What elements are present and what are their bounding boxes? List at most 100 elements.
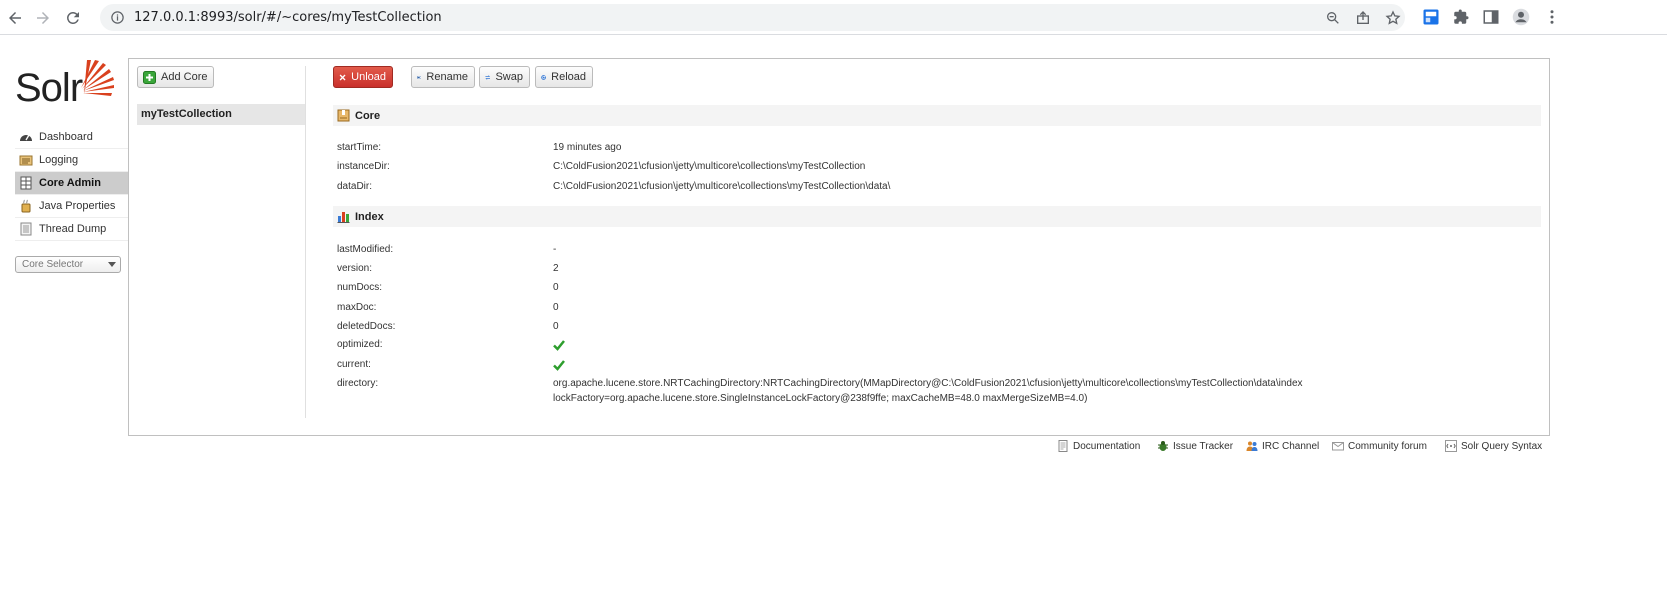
directory-line-1: org.apache.lucene.store.NRTCachingDirect…	[553, 378, 1303, 389]
arrow-left-icon	[9, 12, 21, 24]
core-name: myTestCollection	[141, 108, 232, 120]
share-icon[interactable]	[1355, 10, 1371, 26]
star-icon[interactable]	[1385, 10, 1401, 26]
row-value: C:\ColdFusion2021\cfusion\jetty\multicor…	[553, 161, 866, 172]
add-core-button[interactable]: Add Core	[137, 66, 215, 88]
close-icon	[339, 74, 346, 80]
footer-link-label: Documentation	[1073, 440, 1141, 452]
row-value: 0	[553, 282, 559, 293]
rename-label: Rename	[426, 71, 468, 83]
row-key: numDocs:	[337, 282, 383, 293]
footer-link-irc-channel[interactable]: IRC Channel	[1246, 439, 1319, 453]
menu-item-logging[interactable]: Logging	[15, 149, 128, 172]
directory-line-2: lockFactory=org.apache.lucene.store.Sing…	[553, 393, 1088, 404]
address-bar[interactable]: 127.0.0.1:8993/solr/#/~cores/myTestColle…	[100, 4, 1405, 31]
mail-icon	[1332, 442, 1344, 451]
row-value: 2	[553, 263, 559, 274]
row-key: optimized:	[337, 339, 383, 350]
footer-link-label: IRC Channel	[1262, 440, 1320, 452]
unload-label: Unload	[351, 71, 386, 83]
url-text: 127.0.0.1:8993/solr/#/~cores/myTestColle…	[134, 10, 442, 25]
rename-icon	[417, 75, 422, 79]
refresh-icon	[67, 11, 79, 24]
info-icon	[111, 11, 124, 24]
query-icon	[1445, 440, 1457, 452]
menu-item-label: Core Admin	[39, 177, 101, 189]
index-section-title: Index	[355, 210, 384, 223]
rename-button[interactable]: Rename	[411, 66, 475, 88]
extensions-puzzle-icon[interactable]	[1452, 8, 1470, 26]
bug-icon	[1158, 441, 1168, 451]
unload-button[interactable]: Unload	[333, 66, 393, 88]
logging-icon	[19, 155, 33, 166]
arrow-right-icon	[37, 12, 49, 24]
row-key: deletedDocs:	[337, 321, 396, 332]
reload-icon	[541, 74, 546, 80]
menu-item-label: Logging	[39, 154, 79, 166]
core-admin-icon	[20, 176, 32, 190]
zoom-icon[interactable]	[1325, 10, 1341, 26]
menu-item-core-admin[interactable]: Core Admin	[15, 172, 128, 195]
reload-button[interactable]: Reload	[535, 66, 593, 88]
row-key: instanceDir:	[337, 161, 390, 172]
menu-item-label: Dashboard	[39, 131, 93, 143]
reload-page-button[interactable]	[60, 5, 86, 31]
swap-icon	[485, 74, 491, 80]
index-section-header: Index	[333, 206, 1541, 227]
checkmark-icon	[553, 360, 565, 371]
add-core-label: Add Core	[161, 71, 208, 83]
java-icon	[21, 199, 31, 213]
footer-link-community-forum[interactable]: Community forum	[1332, 439, 1427, 453]
side-panel-icon[interactable]	[1482, 8, 1500, 26]
row-value: org.apache.lucene.store.NRTCachingDirect…	[553, 378, 1303, 404]
row-value: 19 minutes ago	[553, 142, 622, 153]
package-icon	[337, 109, 350, 122]
extension-tab-icon[interactable]	[1422, 8, 1440, 26]
row-value: 0	[553, 302, 559, 313]
row-key: maxDoc:	[337, 302, 377, 313]
menu-item-label: Thread Dump	[39, 223, 107, 235]
forward-button[interactable]	[30, 5, 56, 31]
column-divider	[305, 66, 306, 418]
dashboard-icon	[20, 134, 32, 141]
row-value: C:\ColdFusion2021\cfusion\jetty\multicor…	[553, 181, 891, 192]
more-menu-icon[interactable]	[1543, 8, 1561, 26]
row-value: 0	[553, 321, 559, 332]
footer-link-documentation[interactable]: Documentation	[1057, 439, 1140, 453]
row-key: version:	[337, 263, 373, 274]
core-selector-label: Core Selector	[22, 259, 84, 270]
row-value: -	[553, 244, 557, 255]
core-selector[interactable]: Core Selector	[15, 256, 121, 273]
solr-logo[interactable]: Solr	[15, 58, 115, 110]
checkmark-icon	[553, 340, 565, 351]
profile-avatar-icon[interactable]	[1512, 8, 1530, 26]
thread-dump-icon	[20, 222, 32, 236]
core-section-header: Core	[333, 105, 1541, 126]
row-key: startTime:	[337, 142, 382, 153]
footer-link-label: Community forum	[1348, 440, 1427, 452]
menu-item-thread-dump[interactable]: Thread Dump	[15, 218, 128, 241]
row-value	[553, 339, 565, 354]
row-key: directory:	[337, 378, 379, 389]
reload-label: Reload	[551, 71, 586, 83]
document-icon	[1058, 440, 1068, 452]
core-list-item[interactable]: myTestCollection	[137, 104, 305, 125]
row-value	[553, 359, 565, 374]
footer-link-issue-tracker[interactable]: Issue Tracker	[1157, 439, 1233, 453]
core-section-title: Core	[355, 109, 381, 122]
footer-link-label: Issue Tracker	[1173, 440, 1234, 452]
chevron-down-icon	[108, 262, 116, 267]
swap-button[interactable]: Swap	[479, 66, 530, 88]
users-icon	[1246, 441, 1258, 451]
menu-item-dashboard[interactable]: Dashboard	[15, 126, 128, 149]
menu-item-java-properties[interactable]: Java Properties	[15, 195, 128, 218]
back-button[interactable]	[2, 5, 28, 31]
row-key: dataDir:	[337, 181, 373, 192]
plus-icon	[143, 70, 156, 84]
swap-label: Swap	[495, 71, 523, 83]
footer-link-solr-query-syntax[interactable]: Solr Query Syntax	[1445, 439, 1542, 453]
row-key: current:	[337, 359, 371, 370]
bar-chart-icon	[337, 212, 350, 223]
footer-link-label: Solr Query Syntax	[1461, 440, 1543, 452]
solr-sun-icon	[81, 60, 114, 96]
